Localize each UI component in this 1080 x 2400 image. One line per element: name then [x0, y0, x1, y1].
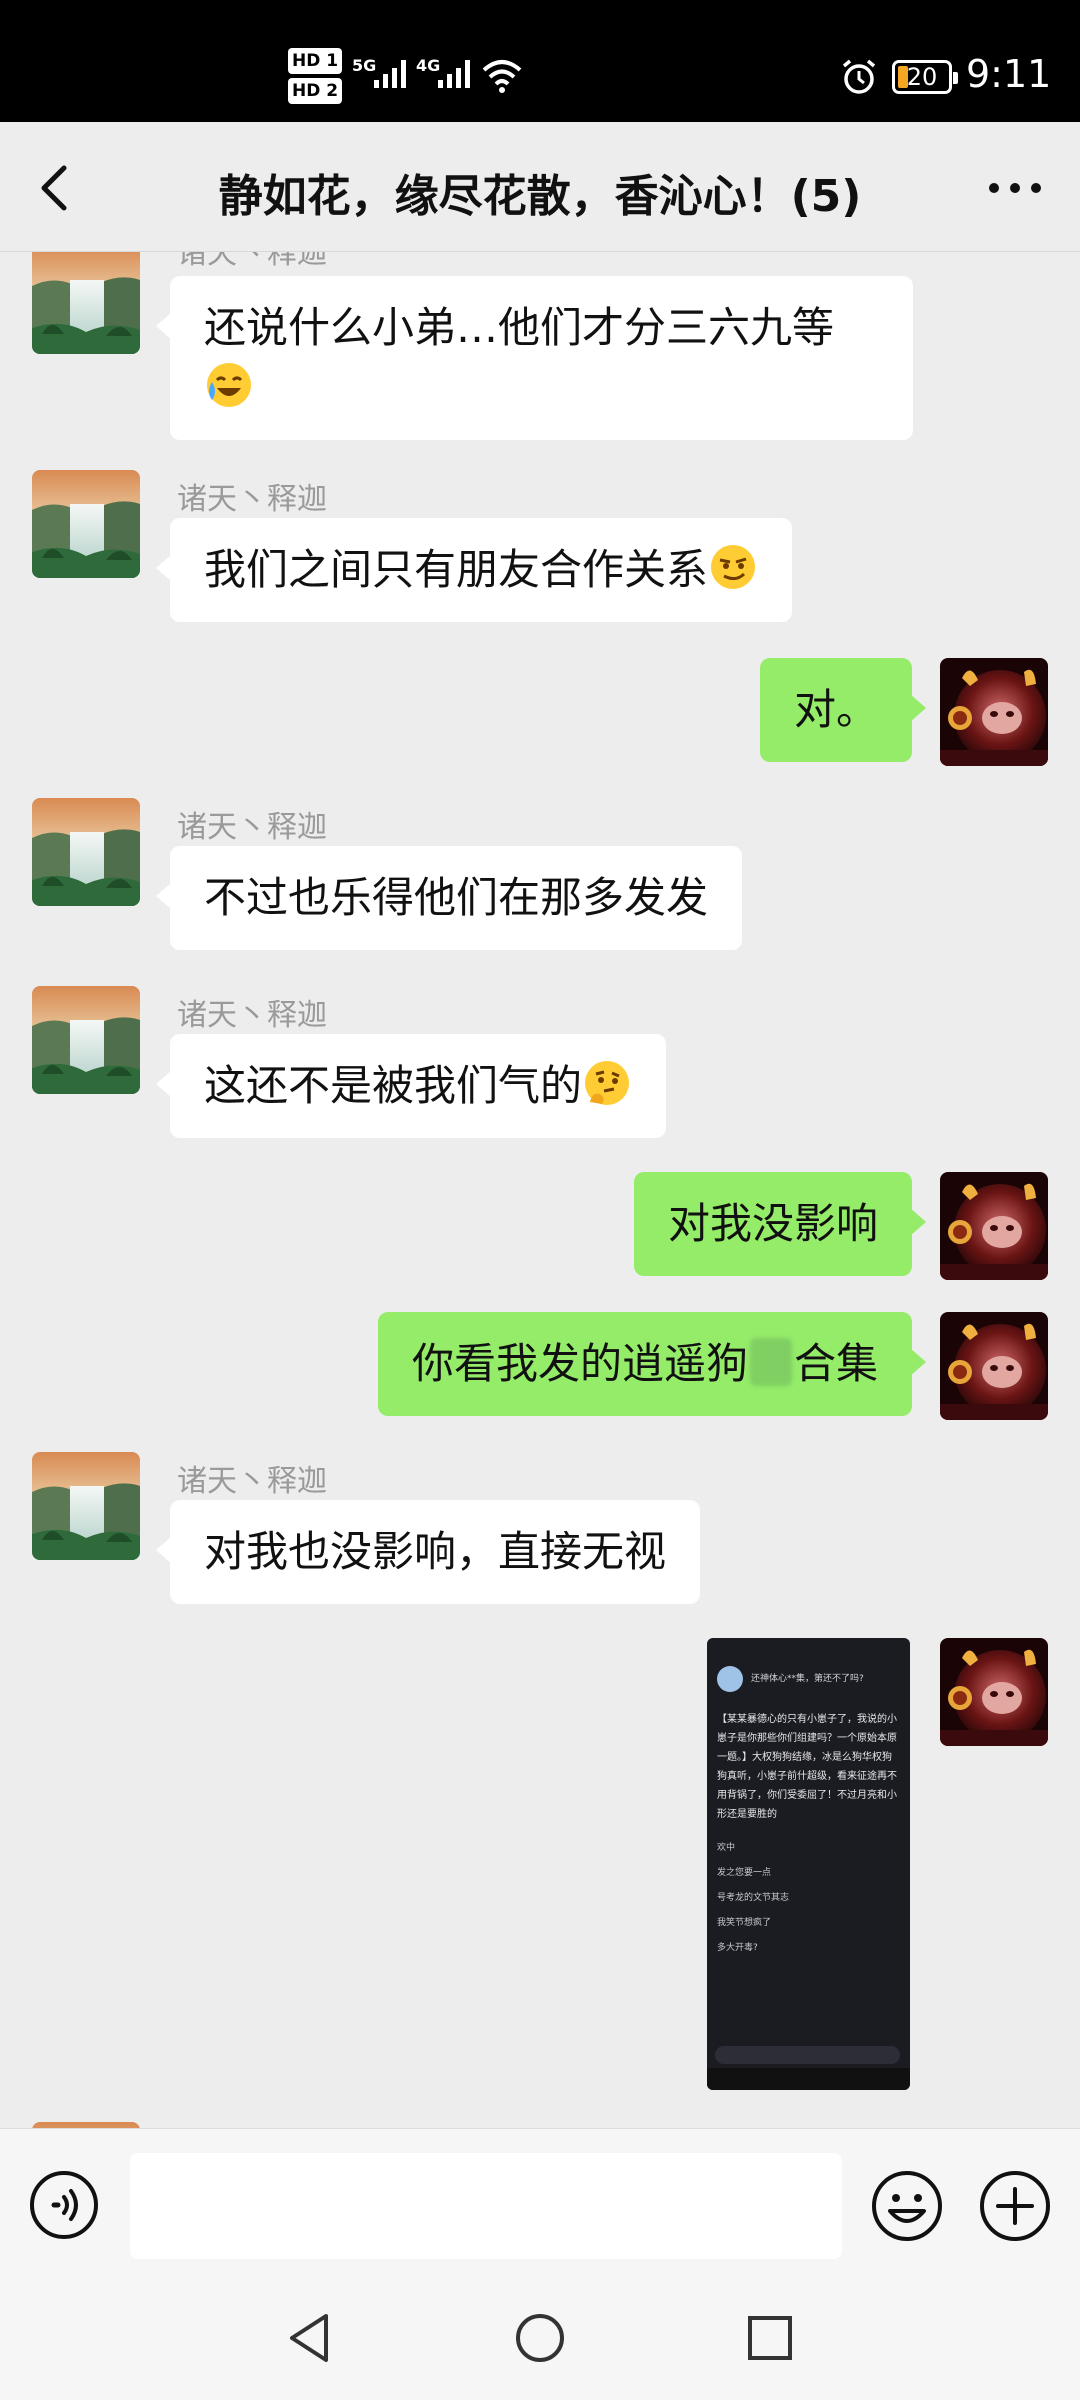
message-text: 我们之间只有朋友合作关系 [204, 545, 709, 594]
thinking-emoji [585, 1061, 630, 1105]
image-input-bar [715, 2046, 900, 2064]
signal-icon [438, 60, 470, 88]
smirk-emoji [711, 545, 756, 589]
message-bubble[interactable]: 我们之间只有朋友合作关系 [155, 518, 793, 622]
message-bubble[interactable]: 对我没影响 [633, 1172, 927, 1276]
wifi-icon [482, 60, 522, 93]
input-bar [0, 2128, 1080, 2288]
back-arrow-icon[interactable] [28, 158, 88, 218]
image-status-bar [707, 1638, 910, 1656]
avatar[interactable] [32, 986, 140, 1094]
voice-icon[interactable] [28, 2169, 100, 2241]
network-4g-label: 4G [416, 56, 441, 75]
message-text: 对。 [793, 685, 878, 734]
image-header: 还神体心**集，第还不了吗? [707, 1656, 910, 1702]
more-options-icon[interactable] [980, 158, 1050, 218]
message-text: 你看我发的逍遥狗 [411, 1339, 748, 1388]
message-bubble[interactable]: 这还不是被我们气的 [155, 1034, 667, 1138]
chat-title: 静如花，缘尽花散，香沁心！(5) [218, 171, 862, 222]
message-text: 不过也乐得他们在那多发发 [204, 873, 709, 922]
avatar[interactable] [940, 658, 1048, 766]
avatar[interactable] [940, 1638, 1048, 1746]
image-body-text: 【某某暴德心的只有小崽子了，我说的小崽子是你那些你们组建吗？一个原始本原一题。】… [717, 1714, 897, 1820]
avatar[interactable] [32, 1452, 140, 1560]
plus-icon[interactable] [978, 2169, 1052, 2243]
sender-name: 诸天丶释迦 [177, 482, 327, 517]
nav-recent-icon[interactable] [742, 2310, 798, 2366]
message-text: 这还不是被我们气的 [204, 1061, 583, 1110]
chat-message-list[interactable]: 诸天丶释迦 还说什么小弟…他们才分三六九等 诸天丶释迦 我们之间只有朋友合作关系… [0, 252, 1080, 2128]
image-message[interactable]: 还神体心**集，第还不了吗? 【某某暴德心的只有小崽子了，我说的小崽子是你那些你… [707, 1638, 910, 2090]
crying-laughing-emoji [207, 363, 251, 407]
system-nav-bar [0, 2288, 1080, 2400]
clock: 9:11 [966, 52, 1052, 96]
message-input[interactable] [130, 2153, 842, 2259]
image-comment-line: 多大开毒? [717, 1943, 758, 1953]
image-title: 还神体心**集，第还不了吗? [751, 1674, 864, 1684]
avatar[interactable] [32, 798, 140, 906]
avatar[interactable] [32, 252, 140, 354]
sender-name: 诸天丶释迦 [177, 998, 327, 1033]
image-comment-line: 欢中 [717, 1843, 736, 1853]
hd1-badge: HD 1 [288, 48, 343, 74]
message-bubble[interactable]: 对我也没影响，直接无视 [155, 1500, 701, 1604]
message-text: 对我没影响 [667, 1199, 878, 1248]
status-bar: HD 1 HD 2 5G 4G 20 9:11 [0, 0, 1080, 122]
image-comment-line: 发之您要一点 [717, 1868, 772, 1878]
alarm-icon [842, 59, 876, 94]
battery-icon: 20 [892, 60, 958, 94]
blurred-text [749, 1338, 792, 1386]
message-text: 对我也没影响，直接无视 [204, 1527, 667, 1576]
message-bubble[interactable]: 对。 [759, 658, 927, 762]
image-comment-line: 我笑节想疯了 [717, 1918, 772, 1928]
signal-icon [374, 60, 406, 88]
message-bubble[interactable]: 还说什么小弟…他们才分三六九等 [156, 276, 913, 440]
hd2-badge: HD 2 [288, 78, 343, 104]
avatar[interactable] [940, 1312, 1048, 1420]
message-text: 合集 [793, 1339, 878, 1388]
network-5g-label: 5G [352, 56, 377, 75]
nav-back-icon[interactable] [282, 2310, 338, 2366]
sender-name: 诸天丶释迦 [177, 1464, 327, 1499]
emoji-icon[interactable] [870, 2169, 944, 2243]
avatar[interactable] [32, 470, 140, 578]
sender-name: 诸天丶释迦 [177, 810, 327, 845]
image-nav-bar [707, 2068, 910, 2090]
image-avatar [717, 1666, 743, 1692]
image-comment-line: 号考龙的文节其志 [717, 1893, 790, 1903]
avatar[interactable] [940, 1172, 1048, 1280]
message-text: 还说什么小弟…他们才分三六九等 [204, 303, 835, 352]
nav-home-icon[interactable] [512, 2310, 568, 2366]
message-bubble[interactable]: 不过也乐得他们在那多发发 [155, 846, 743, 950]
chat-header: 静如花，缘尽花散，香沁心！(5) [0, 122, 1080, 252]
sender-name: 诸天丶释迦 [177, 252, 327, 271]
message-bubble[interactable]: 你看我发的逍遥狗 合集 [377, 1312, 927, 1416]
hd-indicator: HD 1 HD 2 [288, 48, 344, 108]
